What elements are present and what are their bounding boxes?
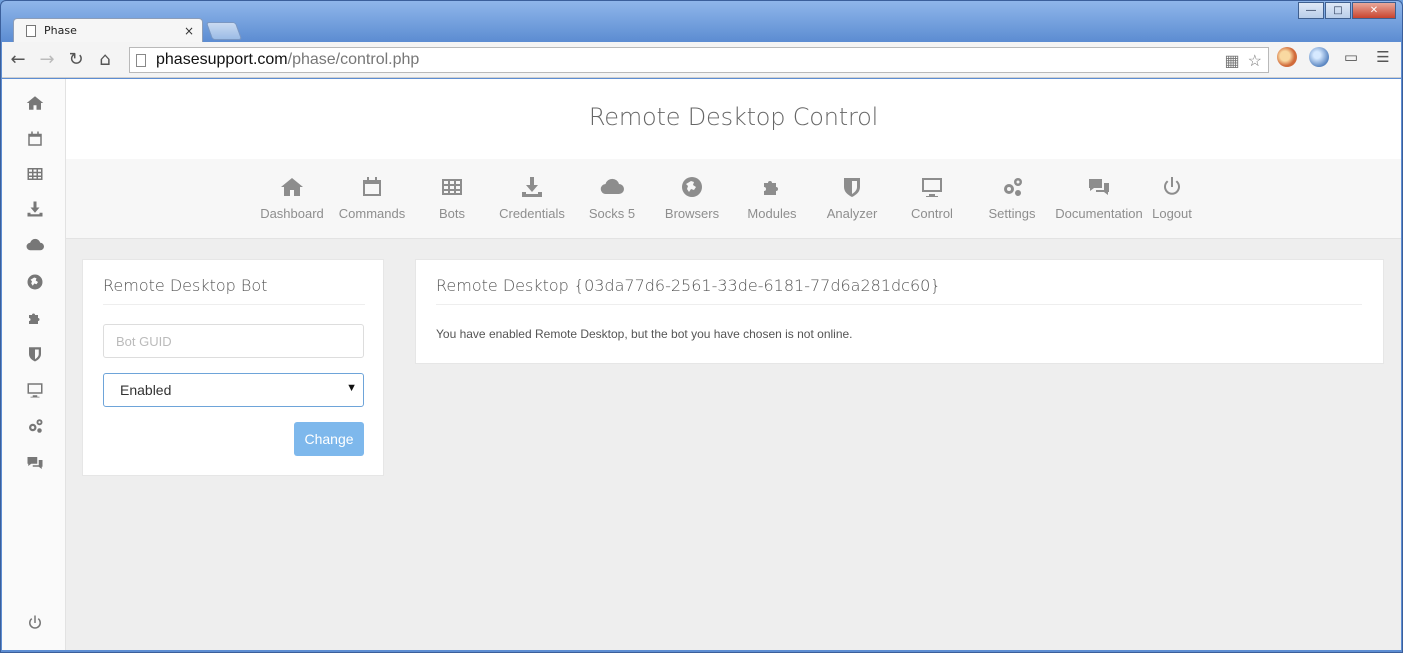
sidebar-home-icon[interactable] [24,92,46,114]
panel-title: Remote Desktop Bot [103,276,268,295]
sidebar-table-icon[interactable] [24,163,46,185]
nav-label: Credentials [499,206,565,221]
shield-icon [844,178,860,197]
nav-item-control[interactable]: Control [892,175,972,222]
puzzle-icon [764,181,778,195]
sidebar-comments-icon[interactable] [24,452,46,474]
cloud-icon [600,178,624,195]
dropdown-arrow-icon: ▼ [346,382,357,394]
sidebar-calendar-icon[interactable] [24,128,46,150]
home-icon [281,178,303,196]
nav-label: Logout [1152,206,1192,221]
browser-toolbar: ← → ↻ ⌂ phasesupport.com/phase/control.p… [2,42,1401,78]
status-message: You have enabled Remote Desktop, but the… [436,327,853,341]
browser-tab[interactable]: Phase × [13,18,203,42]
calendar-icon [363,177,381,196]
nav-item-logout[interactable]: Logout [1132,175,1212,222]
page-info-icon [136,53,146,67]
tab-close-icon[interactable]: × [184,24,194,38]
sidebar-shield-icon[interactable] [24,343,46,365]
main-nav: Dashboard Commands Bots Credentials Sock… [66,159,1401,239]
change-button[interactable]: Change [294,422,364,456]
translate-icon[interactable]: ▦ [1225,51,1240,71]
nav-item-dashboard[interactable]: Dashboard [252,175,332,222]
divider [103,304,365,305]
globe-extension-icon[interactable] [1309,47,1329,67]
nav-label: Modules [747,206,797,221]
monitor-icon [922,178,942,197]
minimize-button[interactable]: ― [1298,2,1324,19]
cast-icon[interactable]: ▭ [1341,47,1361,67]
close-window-button[interactable]: ✕ [1352,2,1396,19]
sidebar [2,79,66,650]
remote-desktop-panel: Remote Desktop {03da77d6-2561-33de-6181-… [415,259,1384,364]
download-icon [522,177,542,197]
page-title: Remote Desktop Control [588,103,879,131]
nav-item-bots[interactable]: Bots [412,175,492,222]
url-path: /phase/control.php [287,51,420,68]
sidebar-cloud-icon[interactable] [24,234,46,256]
sidebar-puzzle-icon[interactable] [24,307,46,329]
page-content: Remote Desktop Control Dashboard Command… [2,79,1401,650]
sidebar-monitor-icon[interactable] [24,379,46,401]
browser-window: ― □ ✕ Phase × ← → ↻ ⌂ phasesupport.com/p… [0,0,1403,653]
nav-label: Bots [438,206,465,221]
nav-item-analyzer[interactable]: Analyzer [812,175,892,222]
divider [436,304,1362,305]
url-host: phasesupport.com [156,51,288,68]
nav-item-commands[interactable]: Commands [332,175,412,222]
tab-title: Phase [44,24,77,37]
gears-icon [1004,178,1022,196]
nav-item-settings[interactable]: Settings [972,175,1052,222]
bookmark-star-icon[interactable]: ☆ [1248,51,1262,71]
nav-label: Dashboard [260,206,324,221]
sidebar-power-icon[interactable] [24,612,46,634]
nav-label: Control [911,206,953,221]
sidebar-globe-icon[interactable] [24,271,46,293]
page-header: Remote Desktop Control [66,79,1401,159]
menu-icon[interactable]: ☰ [1373,47,1393,67]
nav-item-browsers[interactable]: Browsers [652,175,732,222]
home-browser-icon[interactable]: ⌂ [92,47,118,73]
nav-item-socks5[interactable]: Socks 5 [572,175,652,222]
bot-guid-input[interactable] [103,324,364,358]
nav-label: Documentation [1055,206,1143,221]
nav-label: Analyzer [826,206,878,221]
nav-label: Commands [338,206,406,221]
maximize-button[interactable]: □ [1325,2,1351,19]
extension-icons: ▭ ☰ [1277,47,1393,67]
power-icon [1164,177,1180,195]
page-icon [26,24,36,37]
nav-label: Settings [988,206,1036,221]
nav-label: Socks 5 [588,206,636,221]
sidebar-download-icon[interactable] [24,198,46,220]
back-icon[interactable]: ← [5,47,31,73]
sidebar-gears-icon[interactable] [24,415,46,437]
new-tab-button[interactable] [205,22,243,40]
nav-item-modules[interactable]: Modules [732,175,812,222]
nav-item-credentials[interactable]: Credentials [492,175,572,222]
reload-icon[interactable]: ↻ [63,47,89,73]
enabled-select[interactable]: Enabled ▼ [103,373,364,407]
cookie-extension-icon[interactable] [1277,47,1297,67]
comments-icon [1089,179,1109,195]
remote-desktop-bot-panel: Remote Desktop Bot Enabled ▼ Change [82,259,384,476]
globe-icon [682,177,702,197]
nav-label: Browsers [664,206,720,221]
select-value: Enabled [120,382,172,398]
window-controls: ― □ ✕ [1297,2,1396,19]
forward-icon[interactable]: → [34,47,60,73]
table-icon [442,179,462,195]
address-bar[interactable]: phasesupport.com/phase/control.php ▦ ☆ [129,47,1269,73]
panel-title: Remote Desktop {03da77d6-2561-33de-6181-… [436,276,941,295]
